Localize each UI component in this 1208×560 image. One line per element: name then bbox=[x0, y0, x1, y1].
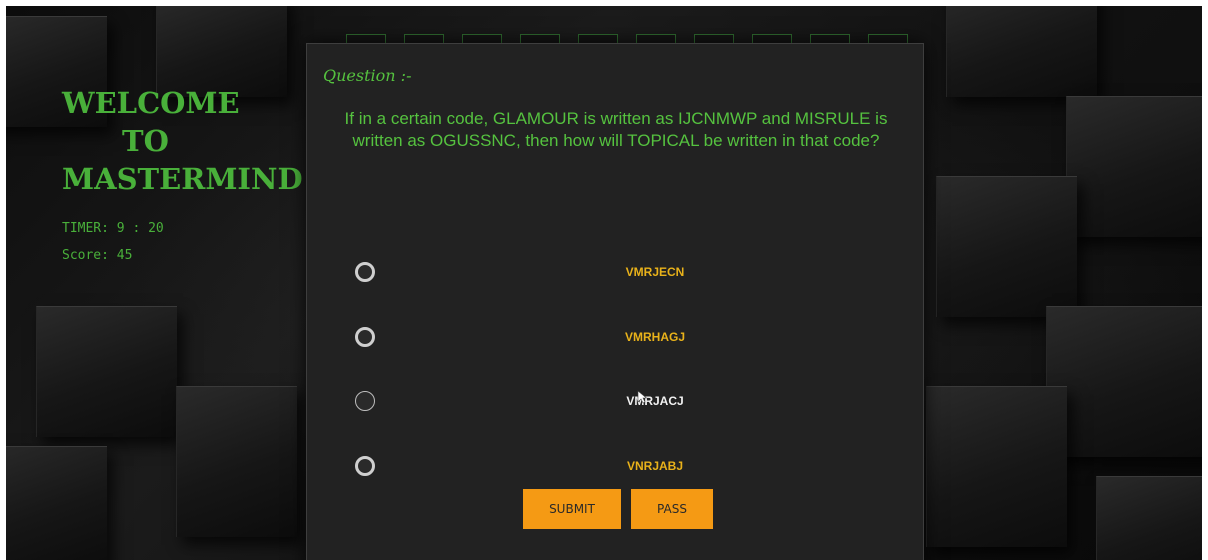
welcome-line-3: MASTERMIND bbox=[62, 162, 303, 196]
option-1[interactable]: VMRJECN bbox=[355, 257, 875, 287]
option-2[interactable]: VMRHAGJ bbox=[355, 322, 875, 352]
mouse-cursor-icon bbox=[637, 390, 647, 404]
welcome-line-2: TO bbox=[122, 124, 169, 158]
background-cube bbox=[1066, 96, 1202, 237]
option-1-radio[interactable] bbox=[355, 262, 375, 282]
score-readout: Score: 45 bbox=[62, 248, 133, 263]
background-cube bbox=[6, 446, 107, 560]
background-cube bbox=[1046, 306, 1202, 457]
question-heading: Question :- bbox=[323, 66, 412, 85]
option-3-label[interactable]: VMRJACJ bbox=[555, 394, 755, 408]
welcome-line-1: WELCOME bbox=[62, 86, 240, 120]
submit-button[interactable]: SUBMIT bbox=[523, 489, 621, 529]
option-3[interactable]: VMRJACJ bbox=[355, 386, 875, 416]
background-cube bbox=[1096, 476, 1202, 560]
sidebar: WELCOME TO MASTERMIND TIMER: 9 : 20 Scor… bbox=[62, 84, 312, 263]
option-4-radio[interactable] bbox=[355, 456, 375, 476]
option-4[interactable]: VNRJABJ bbox=[355, 451, 875, 481]
background-cube bbox=[926, 386, 1067, 547]
background-cube bbox=[936, 176, 1077, 317]
background-cube bbox=[36, 306, 177, 437]
option-1-label[interactable]: VMRJECN bbox=[555, 265, 755, 279]
option-4-label[interactable]: VNRJABJ bbox=[555, 459, 755, 473]
timer-readout: TIMER: 9 : 20 bbox=[62, 221, 164, 236]
question-text: If in a certain code, GLAMOUR is written… bbox=[344, 109, 888, 150]
background-cube bbox=[176, 386, 297, 537]
background-cube bbox=[946, 6, 1097, 97]
option-2-label[interactable]: VMRHAGJ bbox=[555, 330, 755, 344]
option-2-radio[interactable] bbox=[355, 327, 375, 347]
game-screen: WELCOME TO MASTERMIND TIMER: 9 : 20 Scor… bbox=[6, 6, 1202, 560]
welcome-title: WELCOME TO MASTERMIND bbox=[62, 84, 312, 198]
pass-button[interactable]: PASS bbox=[631, 489, 713, 529]
option-3-radio[interactable] bbox=[355, 391, 375, 411]
question-panel: Question :- If in a certain code, GLAMOU… bbox=[306, 43, 924, 560]
